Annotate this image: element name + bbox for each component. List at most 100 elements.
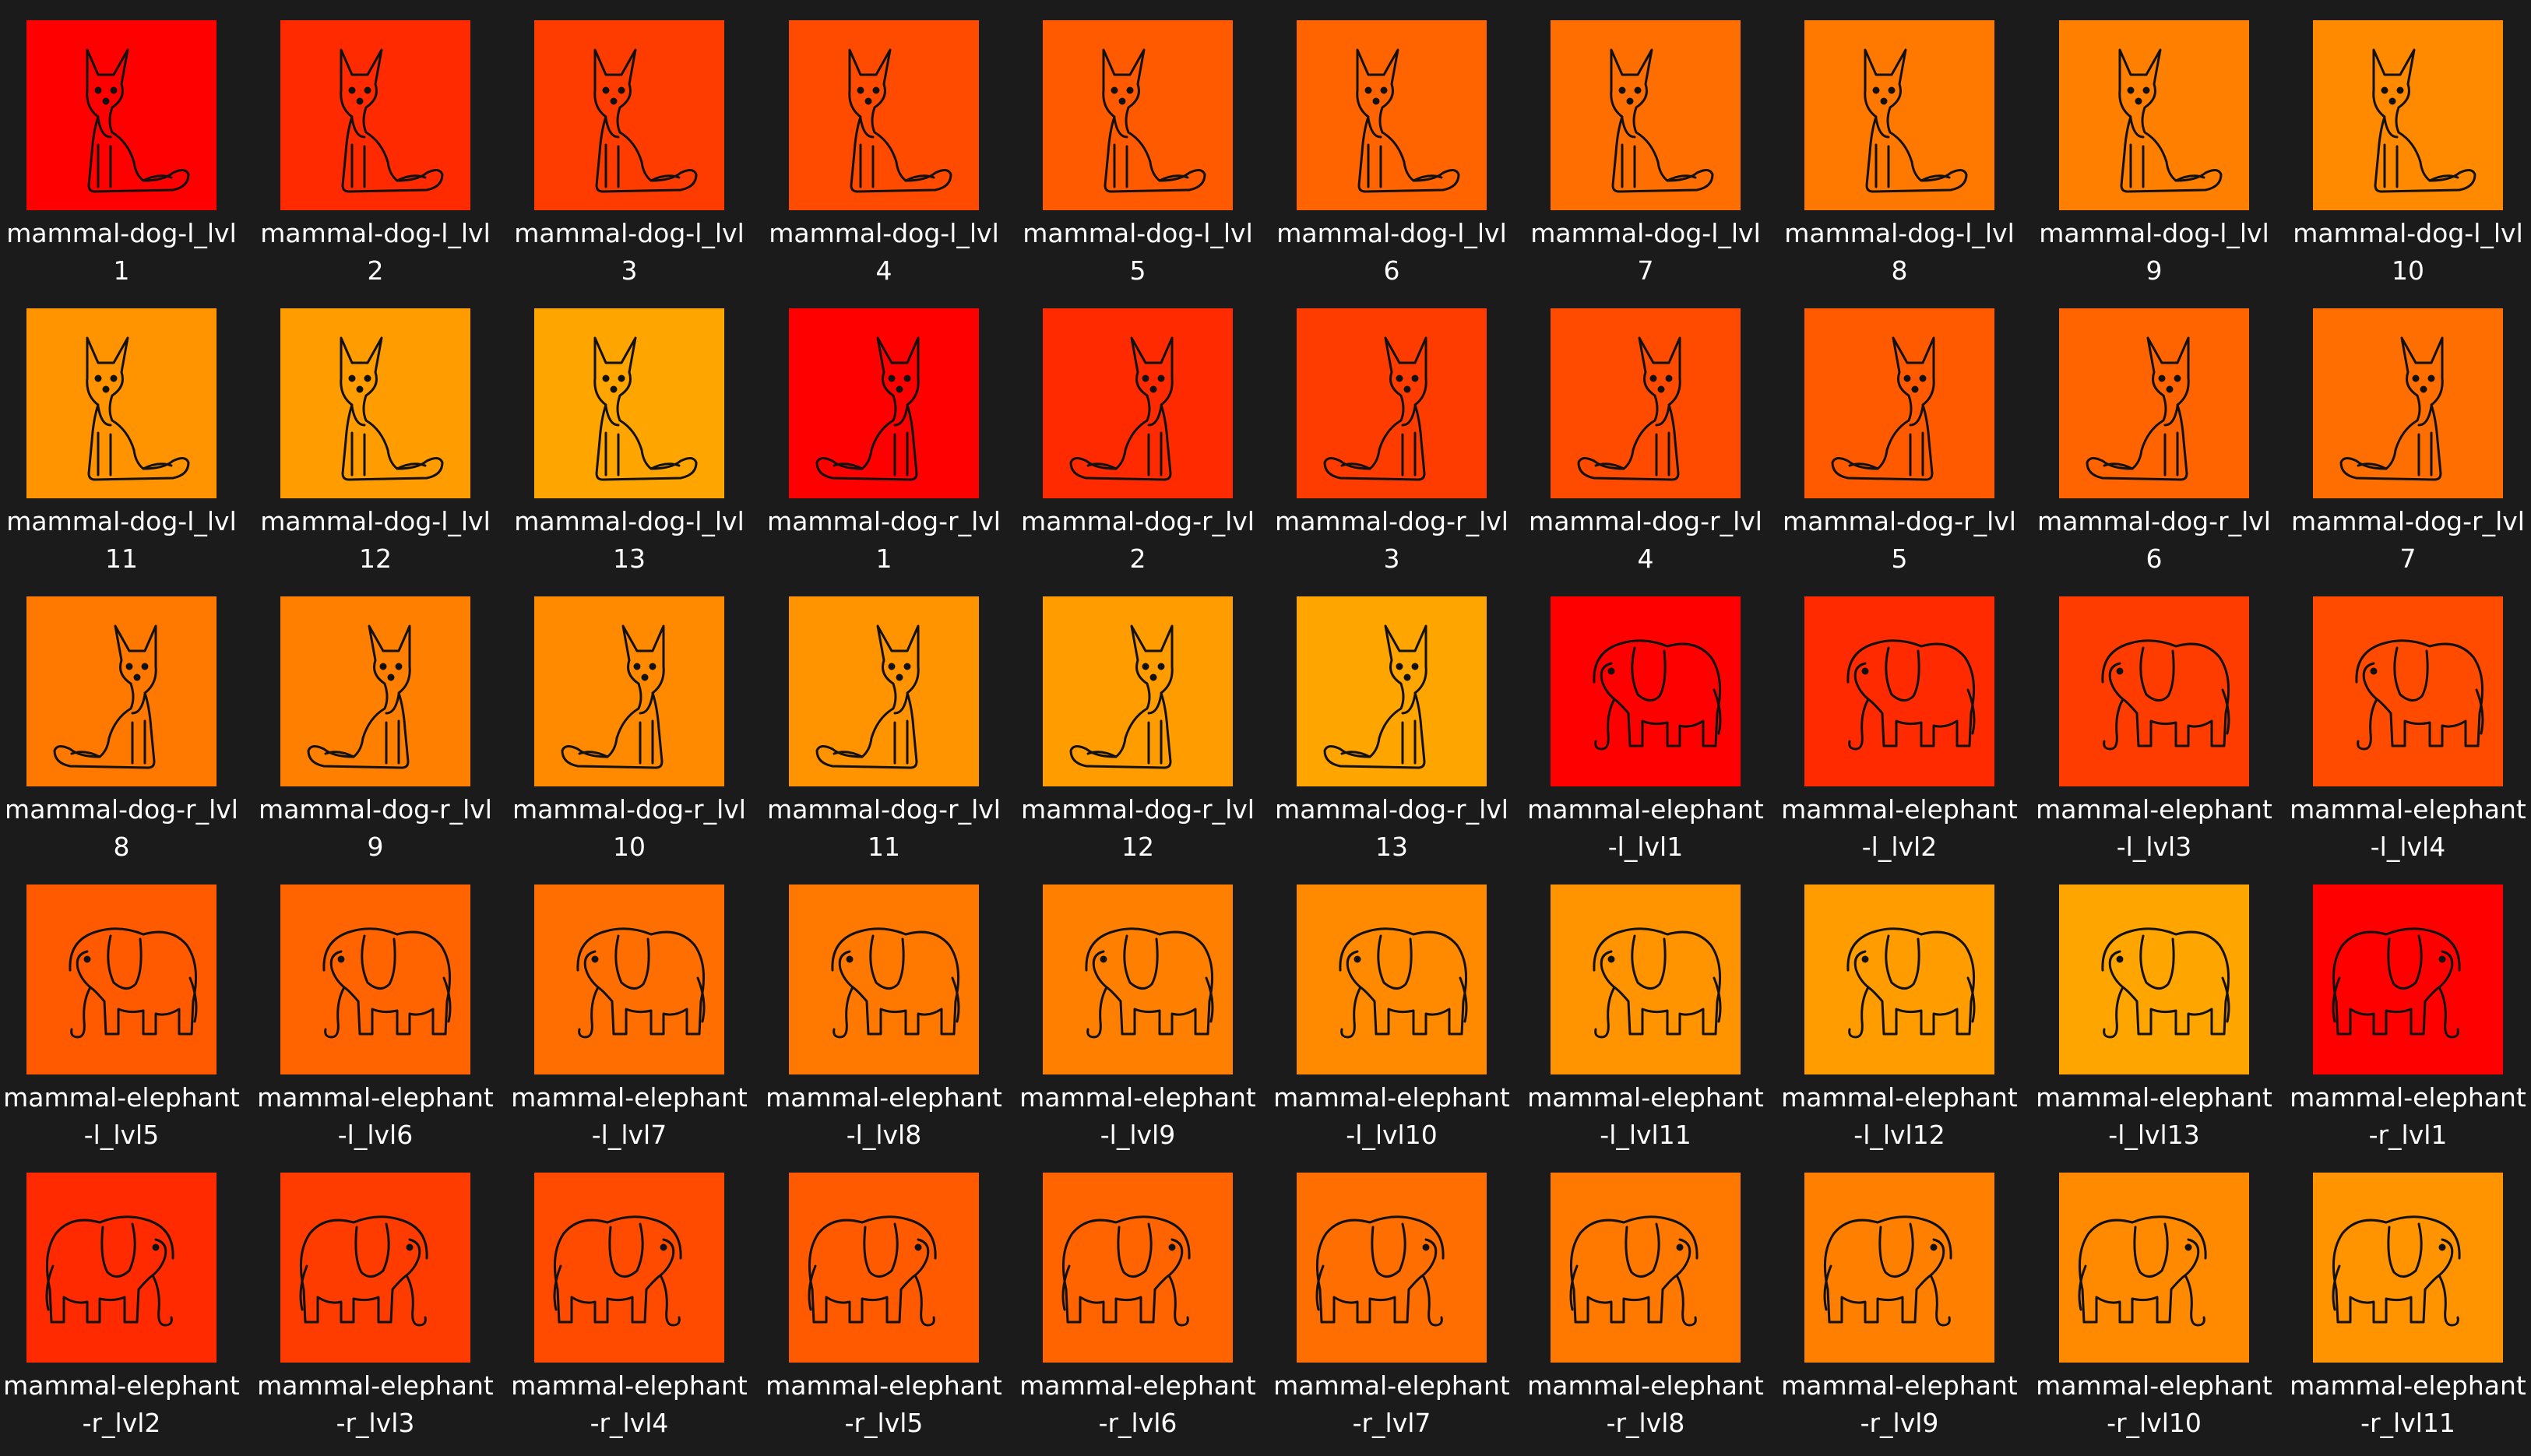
file-thumbnail[interactable] xyxy=(534,20,724,210)
file-name[interactable]: mammal-elephant-r_lvl9 xyxy=(1778,1367,2021,1442)
file-thumbnail[interactable] xyxy=(1297,596,1487,786)
file-name[interactable]: mammal-dog-l_lvl7 xyxy=(1524,215,1767,290)
file-tile[interactable]: mammal-dog-l_lvl3 xyxy=(508,0,762,288)
file-name[interactable]: mammal-dog-l_lvl8 xyxy=(1778,215,2021,290)
file-thumbnail[interactable] xyxy=(1551,885,1741,1074)
file-name[interactable]: mammal-dog-r_lvl2 xyxy=(1016,503,1259,578)
file-name[interactable]: mammal-elephant-l_lvl5 xyxy=(0,1079,243,1154)
file-tile[interactable]: mammal-dog-r_lvl6 xyxy=(2033,288,2286,576)
file-tile[interactable]: mammal-dog-l_lvl13 xyxy=(508,288,762,576)
file-thumbnail[interactable] xyxy=(1297,885,1487,1074)
file-tile[interactable]: mammal-elephant-r_lvl4 xyxy=(508,1152,762,1440)
file-name[interactable]: mammal-dog-l_lvl3 xyxy=(508,215,751,290)
file-tile[interactable]: mammal-elephant-r_lvl1 xyxy=(2286,864,2531,1152)
file-name[interactable]: mammal-dog-l_lvl9 xyxy=(2033,215,2276,290)
file-tile[interactable]: mammal-elephant-l_lvl10 xyxy=(1270,864,1524,1152)
file-tile[interactable]: mammal-dog-r_lvl9 xyxy=(254,576,508,864)
file-thumbnail[interactable] xyxy=(1804,1173,1994,1363)
file-name[interactable]: mammal-dog-r_lvl6 xyxy=(2033,503,2276,578)
file-tile[interactable]: mammal-elephant-l_lvl6 xyxy=(254,864,508,1152)
file-tile[interactable]: mammal-elephant-l_lvl7 xyxy=(508,864,762,1152)
file-name[interactable]: mammal-dog-l_lvl13 xyxy=(508,503,751,578)
file-name[interactable]: mammal-dog-l_lvl1 xyxy=(0,215,243,290)
file-name[interactable]: mammal-elephant-r_lvl5 xyxy=(762,1367,1005,1442)
file-tile[interactable]: mammal-elephant-l_lvl2 xyxy=(1778,576,2032,864)
file-thumbnail[interactable] xyxy=(280,20,470,210)
file-name[interactable]: mammal-dog-r_lvl8 xyxy=(0,791,243,866)
file-tile[interactable]: mammal-elephant-l_lvl8 xyxy=(762,864,1016,1152)
file-thumbnail[interactable] xyxy=(1043,596,1233,786)
file-name[interactable]: mammal-elephant-r_lvl1 xyxy=(2286,1079,2529,1154)
file-thumbnail[interactable] xyxy=(280,1173,470,1363)
file-thumbnail[interactable] xyxy=(2313,308,2503,498)
file-tile[interactable]: mammal-elephant-r_lvl7 xyxy=(1270,1152,1524,1440)
file-name[interactable]: mammal-elephant-r_lvl2 xyxy=(0,1367,243,1442)
file-name[interactable]: mammal-elephant-l_lvl3 xyxy=(2033,791,2276,866)
file-thumbnail[interactable] xyxy=(2313,20,2503,210)
file-name[interactable]: mammal-elephant-l_lvl2 xyxy=(1778,791,2021,866)
file-thumbnail[interactable] xyxy=(789,20,979,210)
file-name[interactable]: mammal-dog-r_lvl9 xyxy=(254,791,497,866)
file-thumbnail[interactable] xyxy=(2059,885,2249,1074)
file-tile[interactable]: mammal-dog-l_lvl11 xyxy=(0,288,254,576)
file-name[interactable]: mammal-dog-l_lvl12 xyxy=(254,503,497,578)
file-thumbnail[interactable] xyxy=(26,20,216,210)
file-name[interactable]: mammal-dog-r_lvl1 xyxy=(762,503,1005,578)
file-name[interactable]: mammal-dog-r_lvl4 xyxy=(1524,503,1767,578)
file-thumbnail[interactable] xyxy=(1297,1173,1487,1363)
file-name[interactable]: mammal-dog-r_lvl3 xyxy=(1270,503,1513,578)
file-name[interactable]: mammal-elephant-r_lvl7 xyxy=(1270,1367,1513,1442)
file-name[interactable]: mammal-elephant-l_lvl13 xyxy=(2033,1079,2276,1154)
file-thumbnail[interactable] xyxy=(2313,1173,2503,1363)
file-thumbnail[interactable] xyxy=(1804,596,1994,786)
file-thumbnail[interactable] xyxy=(26,885,216,1074)
file-name[interactable]: mammal-dog-r_lvl12 xyxy=(1016,791,1259,866)
file-name[interactable]: mammal-elephant-l_lvl7 xyxy=(508,1079,751,1154)
file-thumbnail[interactable] xyxy=(1297,20,1487,210)
file-thumbnail[interactable] xyxy=(789,308,979,498)
file-name[interactable]: mammal-elephant-l_lvl8 xyxy=(762,1079,1005,1154)
file-name[interactable]: mammal-elephant-r_lvl3 xyxy=(254,1367,497,1442)
file-name[interactable]: mammal-elephant-l_lvl11 xyxy=(1524,1079,1767,1154)
file-tile[interactable]: mammal-elephant-l_lvl4 xyxy=(2286,576,2531,864)
file-name[interactable]: mammal-dog-l_lvl2 xyxy=(254,215,497,290)
file-tile[interactable]: mammal-elephant-l_lvl11 xyxy=(1524,864,1778,1152)
file-tile[interactable]: mammal-dog-r_lvl11 xyxy=(762,576,1016,864)
file-thumbnail[interactable] xyxy=(1804,885,1994,1074)
file-thumbnail[interactable] xyxy=(280,885,470,1074)
file-name[interactable]: mammal-dog-r_lvl11 xyxy=(762,791,1005,866)
file-tile[interactable]: mammal-elephant-l_lvl12 xyxy=(1778,864,2032,1152)
file-tile[interactable]: mammal-elephant-l_lvl3 xyxy=(2033,576,2286,864)
file-tile[interactable]: mammal-dog-r_lvl1 xyxy=(762,288,1016,576)
file-tile[interactable]: mammal-dog-l_lvl1 xyxy=(0,0,254,288)
file-thumbnail[interactable] xyxy=(2313,885,2503,1074)
file-thumbnail[interactable] xyxy=(534,885,724,1074)
file-thumbnail[interactable] xyxy=(1804,20,1994,210)
file-tile[interactable]: mammal-dog-l_lvl4 xyxy=(762,0,1016,288)
file-thumbnail[interactable] xyxy=(2313,596,2503,786)
file-name[interactable]: mammal-elephant-r_lvl10 xyxy=(2033,1367,2276,1442)
file-name[interactable]: mammal-elephant-r_lvl6 xyxy=(1016,1367,1259,1442)
file-tile[interactable]: mammal-elephant-r_lvl3 xyxy=(254,1152,508,1440)
file-tile[interactable]: mammal-dog-r_lvl4 xyxy=(1524,288,1778,576)
file-name[interactable]: mammal-elephant-l_lvl9 xyxy=(1016,1079,1259,1154)
file-name[interactable]: mammal-dog-r_lvl13 xyxy=(1270,791,1513,866)
file-name[interactable]: mammal-elephant-l_lvl6 xyxy=(254,1079,497,1154)
file-tile[interactable]: mammal-dog-r_lvl2 xyxy=(1016,288,1270,576)
file-tile[interactable]: mammal-dog-r_lvl8 xyxy=(0,576,254,864)
file-name[interactable]: mammal-elephant-l_lvl10 xyxy=(1270,1079,1513,1154)
file-tile[interactable]: mammal-dog-r_lvl10 xyxy=(508,576,762,864)
file-name[interactable]: mammal-dog-l_lvl10 xyxy=(2286,215,2529,290)
file-thumbnail[interactable] xyxy=(2059,1173,2249,1363)
file-name[interactable]: mammal-elephant-r_lvl11 xyxy=(2286,1367,2529,1442)
file-tile[interactable]: mammal-elephant-r_lvl2 xyxy=(0,1152,254,1440)
file-tile[interactable]: mammal-dog-r_lvl5 xyxy=(1778,288,2032,576)
file-tile[interactable]: mammal-elephant-r_lvl8 xyxy=(1524,1152,1778,1440)
file-thumbnail[interactable] xyxy=(1804,308,1994,498)
file-tile[interactable]: mammal-dog-r_lvl12 xyxy=(1016,576,1270,864)
file-tile[interactable]: mammal-dog-l_lvl9 xyxy=(2033,0,2286,288)
file-thumbnail[interactable] xyxy=(26,1173,216,1363)
file-name[interactable]: mammal-elephant-r_lvl8 xyxy=(1524,1367,1767,1442)
file-thumbnail[interactable] xyxy=(1551,596,1741,786)
file-tile[interactable]: mammal-dog-l_lvl2 xyxy=(254,0,508,288)
